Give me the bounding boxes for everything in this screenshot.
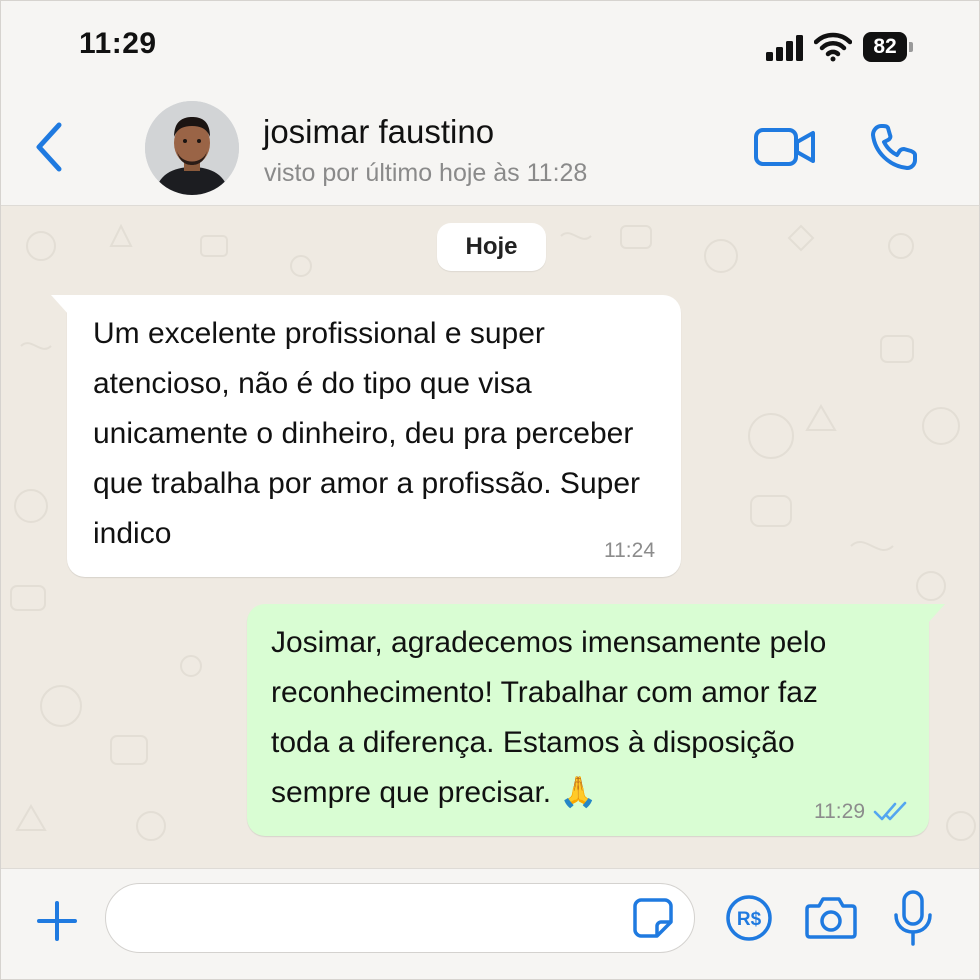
wifi-icon [814, 32, 852, 62]
battery-cap [909, 42, 913, 52]
bubble-tail [927, 604, 945, 624]
sticker-icon [633, 898, 673, 938]
microphone-button[interactable] [893, 889, 933, 947]
chevron-left-icon [36, 122, 62, 172]
battery-level: 82 [863, 32, 907, 62]
avatar-photo [145, 101, 239, 195]
status-bar: 11:29 82 [1, 1, 979, 93]
last-seen-status: visto por último hoje às 11:28 [264, 159, 588, 187]
video-call-button[interactable] [753, 125, 817, 169]
phone-icon [871, 124, 917, 170]
microphone-icon [894, 890, 932, 946]
message-text: Um excelente profissional e super atenci… [93, 317, 640, 550]
chat-header: josimar faustino visto por último hoje à… [1, 93, 979, 206]
back-button[interactable] [29, 119, 73, 175]
brl-payment-icon: R$ [726, 895, 772, 941]
contact-name[interactable]: josimar faustino [263, 113, 494, 151]
avatar[interactable] [145, 101, 239, 195]
message-time: 11:24 [604, 539, 655, 562]
message-text: Josimar, agradecemos imensamente pelo re… [271, 626, 827, 809]
camera-button[interactable] [804, 894, 858, 942]
sticker-button[interactable] [631, 896, 675, 940]
chat-screen: 11:29 82 josimar faustino visto por últi… [0, 0, 980, 980]
chat-area[interactable]: Hoje Um excelente profissional e super a… [1, 206, 979, 868]
date-separator: Hoje [437, 223, 546, 271]
battery-indicator: 82 [863, 32, 913, 62]
composer-bar: R$ [1, 868, 979, 979]
camera-icon [805, 897, 857, 939]
payment-button[interactable]: R$ [725, 894, 773, 942]
svg-text:R$: R$ [737, 909, 762, 930]
message-input[interactable] [105, 883, 695, 953]
outgoing-message[interactable]: Josimar, agradecemos imensamente pelo re… [247, 604, 945, 836]
voice-call-button[interactable] [867, 120, 921, 174]
bubble-tail [51, 295, 69, 315]
video-camera-icon [754, 128, 815, 166]
double-check-icon [873, 801, 907, 821]
status-time: 11:29 [79, 27, 157, 60]
plus-icon [37, 901, 77, 941]
incoming-message[interactable]: Um excelente profissional e super atenci… [51, 295, 681, 577]
message-time: 11:29 [814, 800, 865, 823]
attach-button[interactable] [35, 899, 79, 943]
signal-icon [766, 35, 804, 61]
